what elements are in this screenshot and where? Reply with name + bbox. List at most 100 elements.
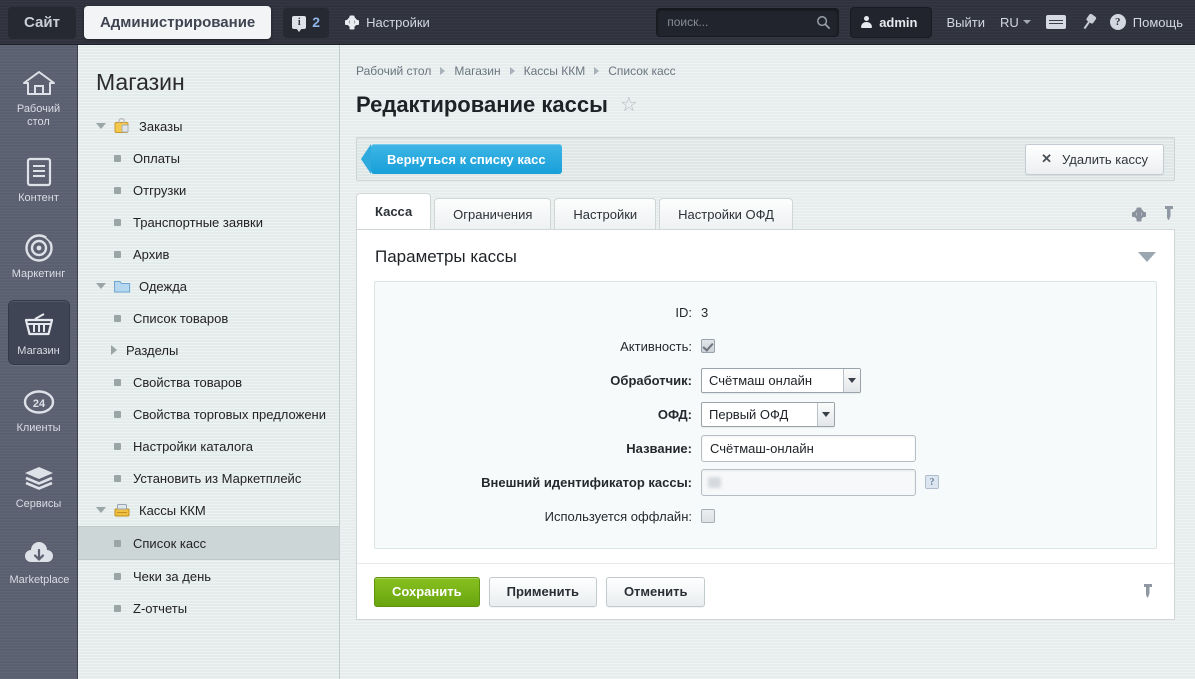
external-id-input[interactable]: [701, 468, 916, 496]
menu-item-z-reports[interactable]: Z-отчеты: [78, 592, 339, 624]
bullet-icon: [114, 154, 121, 162]
menu-label: Свойства товаров: [133, 374, 243, 390]
target-icon: [10, 231, 68, 265]
menu-item-offer-properties[interactable]: Свойства торговых предложени: [78, 398, 339, 430]
field-row-name: Название:: [375, 432, 1156, 464]
ofd-select[interactable]: Первый ОФД: [701, 401, 835, 427]
menu-label: Список товаров: [133, 310, 229, 326]
page-title: Редактирование кассы: [356, 92, 608, 117]
top-header-bar: Сайт Администрирование i 2 Настройки adm…: [0, 0, 1195, 45]
menu-item-payments[interactable]: Оплаты: [78, 142, 339, 174]
menu-item-archive[interactable]: Архив: [78, 238, 339, 270]
menu-label: Z-отчеты: [133, 600, 188, 616]
sidebar-label-desktop: Рабочий стол: [16, 103, 61, 128]
tab-restrictions[interactable]: Ограничения: [434, 198, 552, 229]
sidebar-item-services[interactable]: Сервисы: [8, 454, 70, 517]
breadcrumb-item-kkm[interactable]: Кассы ККМ: [524, 64, 586, 78]
chevron-right-icon: [440, 67, 446, 75]
user-menu-button[interactable]: admin: [850, 6, 932, 38]
language-selector[interactable]: RU: [1000, 15, 1031, 30]
header-settings-button[interactable]: Настройки: [345, 15, 430, 30]
sidebar-item-desktop[interactable]: Рабочий стол: [8, 59, 70, 135]
basket-icon: [11, 308, 67, 342]
pin-icon[interactable]: [1162, 206, 1175, 222]
cashbox-icon: [114, 504, 130, 517]
person-icon: [861, 15, 873, 29]
bullet-icon: [114, 410, 121, 418]
help-button[interactable]: ? Помощь: [1109, 14, 1183, 30]
name-input[interactable]: [701, 434, 916, 462]
field-label-offline: Используется оффлайн:: [544, 508, 692, 524]
star-icon[interactable]: ☆: [620, 95, 638, 115]
menu-label: Чеки за день: [133, 568, 212, 584]
action-toolbar: Вернуться к списку касс ✕ Удалить кассу: [356, 137, 1175, 181]
menu-item-product-list[interactable]: Список товаров: [78, 302, 339, 334]
notifications-count: 2: [312, 14, 321, 30]
menu-group-clothes[interactable]: Одежда: [78, 270, 339, 302]
question-mark-icon[interactable]: ?: [925, 475, 939, 489]
field-row-active: Активность:: [375, 330, 1156, 362]
pin-icon[interactable]: [1141, 583, 1154, 600]
menu-label: Отгрузки: [133, 182, 187, 198]
delete-cashbox-button[interactable]: ✕ Удалить кассу: [1025, 143, 1164, 175]
tab-settings[interactable]: Настройки: [554, 198, 657, 229]
search-icon[interactable]: [816, 15, 831, 30]
search-input[interactable]: [656, 7, 840, 37]
sidebar-label-clients: Клиенты: [16, 422, 61, 434]
back-to-list-button[interactable]: Вернуться к списку касс: [361, 144, 562, 174]
menu-item-daily-receipts[interactable]: Чеки за день: [78, 560, 339, 592]
sidebar-item-marketing[interactable]: Маркетинг: [8, 224, 70, 287]
logout-link[interactable]: Выйти: [947, 15, 986, 30]
menu-item-sections[interactable]: Разделы: [78, 334, 339, 366]
sidebar-label-content: Контент: [18, 192, 59, 204]
sidebar-label-services: Сервисы: [15, 498, 62, 510]
document-icon: [10, 155, 68, 189]
menu-group-kkm[interactable]: Кассы ККМ: [78, 494, 339, 526]
menu-item-product-properties[interactable]: Свойства товаров: [78, 366, 339, 398]
pin-icon[interactable]: [1078, 11, 1099, 32]
keyboard-icon[interactable]: [1045, 15, 1066, 29]
menu-item-transport-requests[interactable]: Транспортные заявки: [78, 206, 339, 238]
menu-label: Свойства торговых предложени: [133, 406, 326, 422]
field-row-ofd: ОФД: Первый ОФД: [375, 398, 1156, 430]
bullet-icon: [114, 186, 121, 194]
orders-bag-icon: [114, 118, 129, 133]
gear-icon[interactable]: [1132, 207, 1146, 221]
apply-button[interactable]: Применить: [488, 576, 597, 607]
tab-ofd-settings[interactable]: Настройки ОФД: [659, 198, 793, 229]
user-name: admin: [879, 14, 918, 30]
cancel-button[interactable]: Отменить: [605, 576, 706, 607]
delete-cashbox-label: Удалить кассу: [1062, 151, 1148, 167]
question-circle-icon: ?: [1109, 14, 1126, 30]
menu-item-kkm-list[interactable]: Список касс: [78, 526, 339, 560]
sidebar-label-marketing: Маркетинг: [11, 268, 66, 280]
sidebar-item-clients[interactable]: 24 Клиенты: [8, 378, 70, 441]
chevron-down-icon[interactable]: [1138, 252, 1156, 262]
active-checkbox[interactable]: [701, 339, 715, 353]
field-row-offline: Используется оффлайн:: [375, 500, 1156, 532]
language-label: RU: [1000, 14, 1019, 30]
menu-item-catalog-settings[interactable]: Настройки каталога: [78, 430, 339, 462]
notifications-badge[interactable]: i 2: [283, 6, 330, 38]
main-content-area: Рабочий стол Магазин Кассы ККМ Список ка…: [340, 45, 1195, 679]
field-row-id: ID: 3: [375, 296, 1156, 328]
menu-group-orders[interactable]: Заказы: [78, 110, 339, 142]
site-tab[interactable]: Сайт: [8, 5, 76, 39]
chevron-down-icon: [96, 283, 106, 289]
sidebar-item-content[interactable]: Контент: [8, 148, 70, 211]
header-settings-label: Настройки: [366, 14, 430, 30]
menu-item-shipments[interactable]: Отгрузки: [78, 174, 339, 206]
menu-label: Оплаты: [133, 150, 180, 166]
bullet-icon: [114, 539, 121, 547]
offline-checkbox[interactable]: [701, 509, 715, 523]
sidebar-item-marketplace[interactable]: Marketplace: [8, 530, 70, 593]
sidebar-item-shop[interactable]: Магазин: [7, 300, 70, 365]
menu-item-install-marketplace[interactable]: Установить из Маркетплейс: [78, 462, 339, 494]
handler-select[interactable]: Счётмаш онлайн: [701, 367, 861, 393]
save-button[interactable]: Сохранить: [374, 576, 480, 607]
breadcrumb-item-shop[interactable]: Магазин: [454, 64, 500, 78]
breadcrumb-item-desktop[interactable]: Рабочий стол: [356, 64, 431, 78]
admin-tab[interactable]: Администрирование: [83, 5, 272, 39]
tab-kassa[interactable]: Касса: [356, 193, 432, 229]
breadcrumb-item-kkm-list[interactable]: Список касс: [608, 64, 675, 78]
